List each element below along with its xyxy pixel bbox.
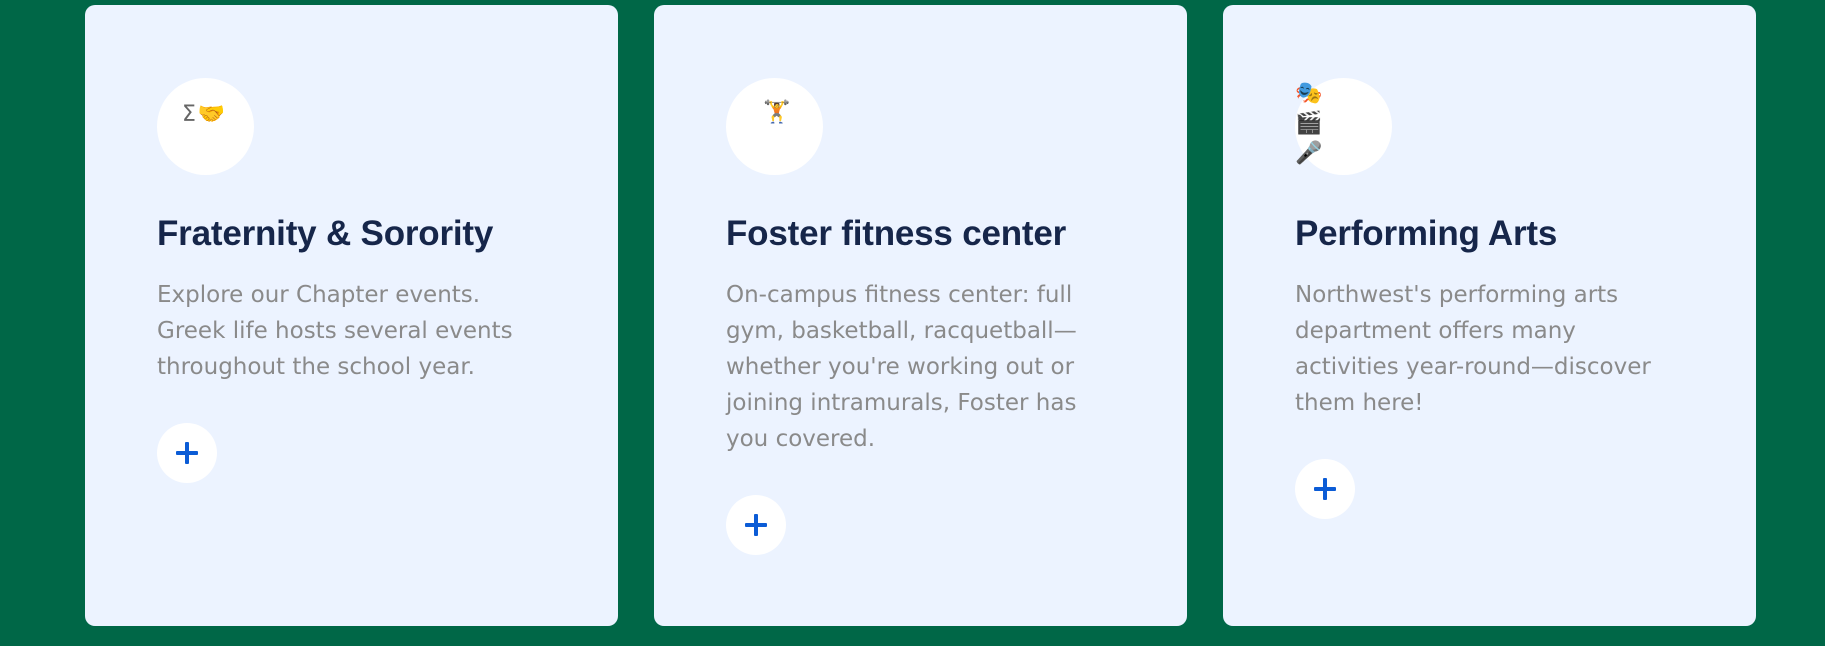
performing-arts-icon: 🎭 🎬 🎤 <box>1295 83 1365 173</box>
card-title: Performing Arts <box>1295 214 1558 253</box>
expand-button[interactable] <box>1295 459 1355 519</box>
card-foster-fitness: 🏋️ Foster fitness center On-campus fitne… <box>654 5 1187 626</box>
card-fraternity-sorority: Σ🤝 Fraternity & Sorority Explore our Cha… <box>85 5 618 626</box>
card-title: Foster fitness center <box>726 214 1067 253</box>
card-content: 🎭 🎬 🎤 Performing Arts Northwest's performi… <box>1295 78 1686 519</box>
theater-masks-icon: 🎭 <box>1295 81 1323 106</box>
card-icon-circle: Σ🤝 <box>157 78 254 175</box>
handshake-icon: 🤝 <box>197 102 226 127</box>
plus-icon <box>745 514 767 536</box>
expand-button[interactable] <box>726 495 786 555</box>
clapperboard-icon: 🎬 <box>1295 111 1323 136</box>
sigma-icon: Σ <box>182 102 196 127</box>
card-icon-circle: 🏋️ <box>726 78 823 175</box>
microphone-icon: 🎤 <box>1295 141 1323 166</box>
card-icon-circle: 🎭 🎬 🎤 <box>1295 78 1392 175</box>
expand-button[interactable] <box>157 423 217 483</box>
card-content: 🏋️ Foster fitness center On-campus fitne… <box>726 78 1117 555</box>
card-performing-arts: 🎭 🎬 🎤 Performing Arts Northwest's performi… <box>1223 5 1756 626</box>
card-description: On-campus fitness center: full gym, bask… <box>726 282 1077 452</box>
activity-cards-row: Σ🤝 Fraternity & Sorority Explore our Cha… <box>85 5 1758 626</box>
weightlifter-icon: 🏋️ <box>763 102 790 124</box>
card-description: Northwest's performing arts department o… <box>1295 282 1651 416</box>
plus-icon <box>1314 478 1336 500</box>
plus-icon <box>176 442 198 464</box>
card-description: Explore our Chapter events. Greek life h… <box>157 282 513 380</box>
card-title: Fraternity & Sorority <box>157 214 494 253</box>
greek-life-icon: Σ🤝 <box>182 104 225 126</box>
weightlifter-emoji: 🏋️ <box>763 100 791 125</box>
card-content: Σ🤝 Fraternity & Sorority Explore our Cha… <box>157 78 548 483</box>
